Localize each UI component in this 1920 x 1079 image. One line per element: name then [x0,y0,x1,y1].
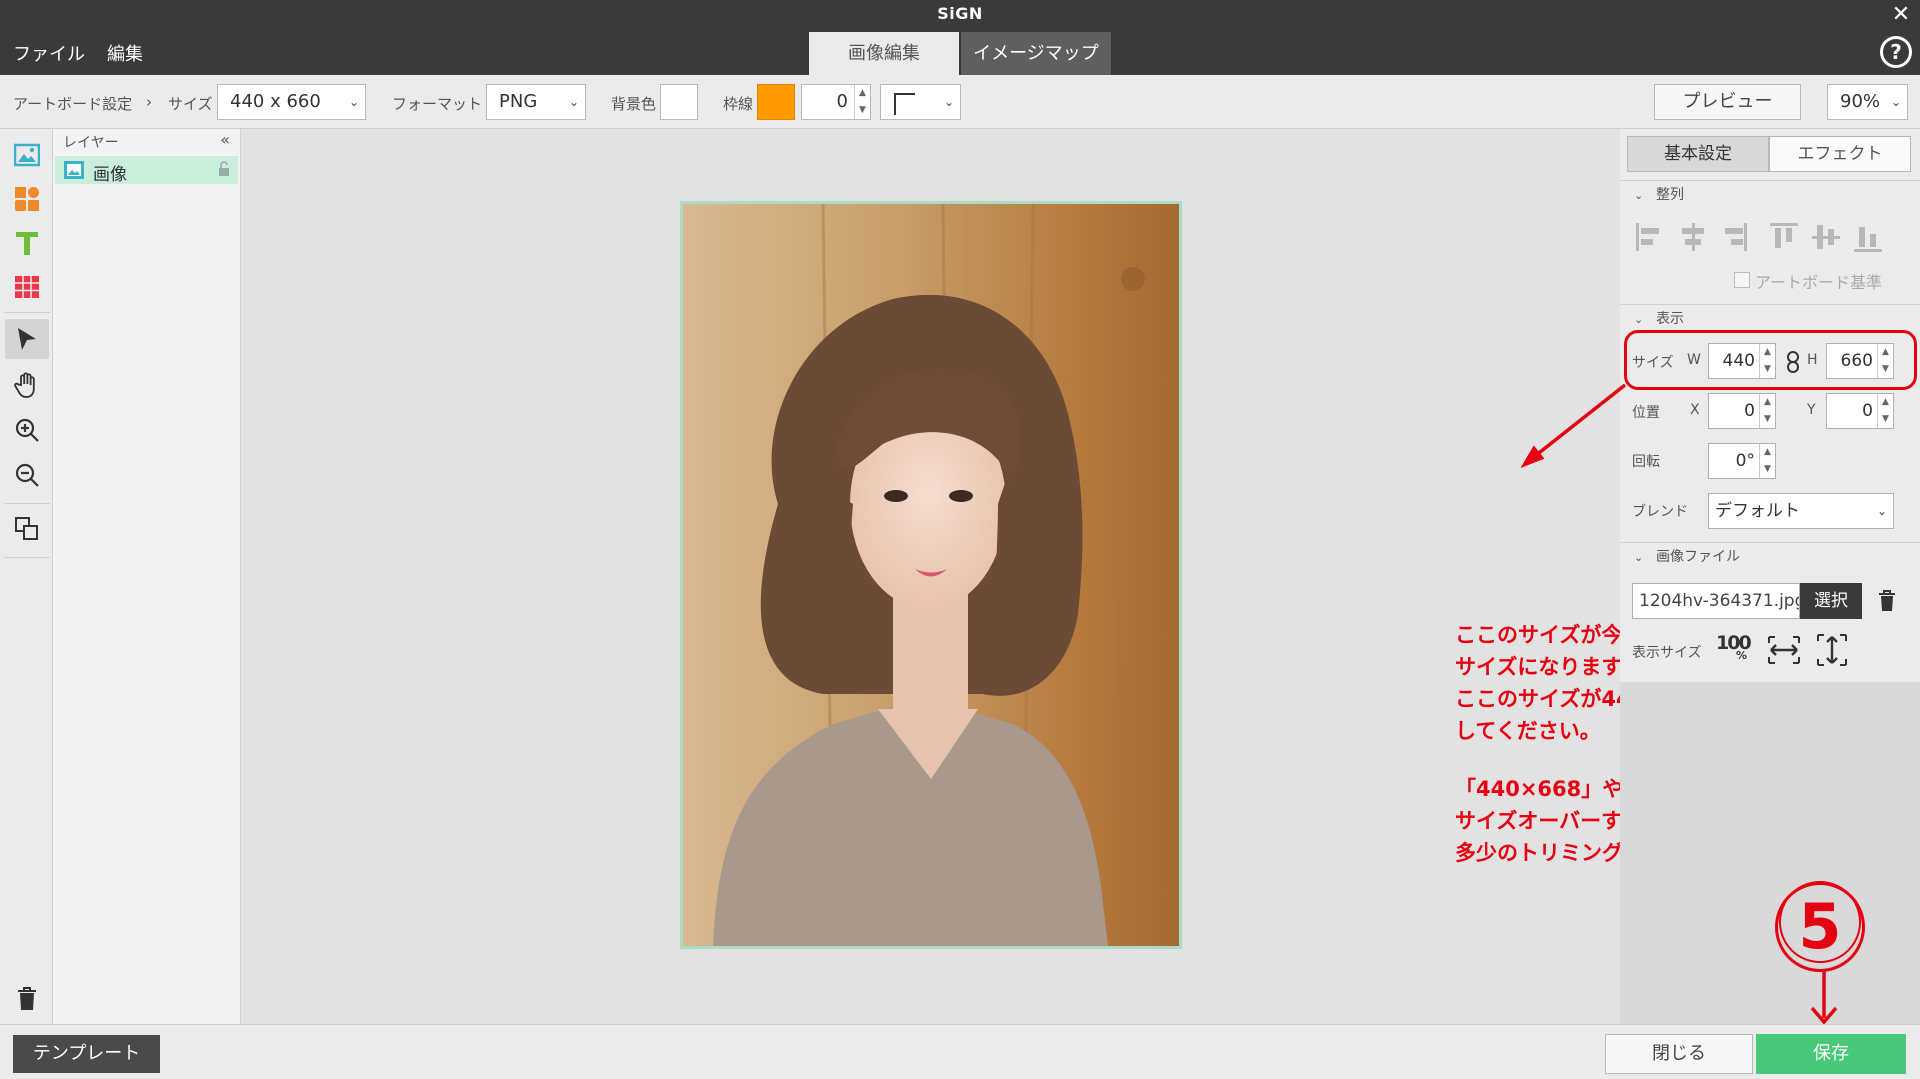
blend-value: デフォルト [1715,501,1800,521]
x-label: X [1690,402,1700,418]
size-highlight-callout [1624,330,1917,390]
align-section-header[interactable]: ⌄ 整列 [1620,180,1920,208]
size-label: サイズ [168,95,213,113]
y-label: Y [1807,402,1816,418]
title-bar: SiGN ✕ ? ファイル 編集 画像編集 イメージマップ [0,0,1920,75]
spinner-icon[interactable]: ▲ ▼ [1759,444,1775,478]
tab-effect[interactable]: エフェクト [1769,136,1911,172]
image-layer-icon [64,161,84,179]
x-value: 0 [1744,401,1755,421]
align-icons [1636,223,1882,252]
chevron-down-icon: ⌄ [1876,504,1887,518]
bg-color-label: 背景色 [611,95,657,113]
text-tool-icon[interactable] [5,223,49,263]
breadcrumb-separator: › [146,93,152,111]
zoom-select[interactable]: 90% ⌄ [1827,84,1908,120]
save-button[interactable]: 保存 [1756,1034,1906,1074]
chevron-down-icon: ⌄ [943,95,954,109]
unlock-icon[interactable] [218,161,230,177]
rotation-label: 回転 [1632,454,1660,470]
border-width-value: 0 [836,91,848,112]
preview-button[interactable]: プレビュー [1654,84,1801,120]
file-select-button[interactable]: 選択 [1800,583,1862,619]
x-input[interactable]: 0 ▲ ▼ [1708,393,1776,429]
display-section-title: 表示 [1656,311,1684,327]
layer-label: 画像 [93,165,127,185]
step-number: 5 [1798,890,1842,963]
border-width-input[interactable]: 0 ▲ ▼ [801,84,871,120]
shapes-tool-icon[interactable] [5,179,49,219]
display-size-100-button[interactable]: 100 % [1716,632,1752,668]
chevron-down-icon: ⌄ [568,95,579,109]
collapse-panel-button[interactable]: « [220,130,230,149]
file-name-field[interactable]: 1204hv-364371.jpg [1632,583,1800,619]
chevron-down-icon: ⌄ [348,95,359,109]
close-button[interactable]: 閉じる [1605,1034,1753,1074]
rotation-value: 0° [1735,451,1755,471]
app-title: SiGN [937,4,983,23]
position-label: 位置 [1632,405,1660,421]
chevron-down-icon: ⌄ [1890,95,1901,109]
portrait-photo[interactable] [680,201,1182,949]
border-color-swatch[interactable] [757,84,795,120]
align-section-title: 整列 [1656,187,1684,203]
trash-icon[interactable] [5,979,49,1019]
trash-icon[interactable] [1878,590,1896,612]
format-label: フォーマット [392,95,483,113]
corner-style-icon [894,93,915,115]
table-tool-icon[interactable] [5,267,49,307]
border-style-select[interactable]: ⌄ [880,84,961,120]
zoom-in-icon[interactable] [5,410,49,450]
fit-height-icon[interactable] [1816,633,1848,667]
artboard-settings-label[interactable]: アートボード設定 [13,93,132,114]
tab-image-edit[interactable]: 画像編集 [809,32,959,75]
toolbar: アートボード設定 › サイズ 440 x 660 ⌄ フォーマット PNG ⌄ … [0,75,1920,129]
spinner-icon[interactable]: ▲ ▼ [1759,394,1775,428]
close-window-button[interactable]: ✕ [1888,2,1914,28]
artboard-canvas[interactable]: ここのサイズが今、表示されている画像の サイズになります。 ここのサイズが440… [242,129,1854,1024]
properties-panel: 基本設定 エフェクト ⌄ 整列 アートボード基準 ⌄ 表示 サイズ W 440 ▲ ▼ … [1620,129,1920,1024]
display-size-label: 表示サイズ [1632,645,1702,661]
spinner-icon[interactable]: ▲ ▼ [854,85,870,119]
image-file-section-header[interactable]: ⌄ 画像ファイル [1620,542,1920,570]
fit-width-icon[interactable] [1767,635,1801,665]
border-label: 枠線 [723,95,754,113]
y-input[interactable]: 0 ▲ ▼ [1826,393,1894,429]
layer-item-image[interactable]: 画像 [55,156,238,185]
blend-label: ブレンド [1632,504,1688,520]
layers-panel: レイヤー « 画像 [53,129,241,1024]
image-file-section-title: 画像ファイル [1656,549,1740,565]
select-tool-icon[interactable] [5,319,49,359]
bottom-bar: テンプレート 閉じる 保存 [0,1024,1920,1079]
format-select[interactable]: PNG ⌄ [486,84,586,120]
menu-edit[interactable]: 編集 [107,40,143,66]
bg-color-swatch[interactable] [660,84,698,120]
display-section-header[interactable]: ⌄ 表示 [1620,304,1920,332]
layers-title: レイヤー [63,135,119,151]
blend-select[interactable]: デフォルト ⌄ [1708,493,1894,529]
spinner-icon[interactable]: ▲ ▼ [1877,394,1893,428]
hand-tool-icon[interactable] [5,365,49,405]
tool-column [0,129,53,1024]
tab-basic-settings[interactable]: 基本設定 [1627,136,1769,172]
display-size-pct-text: % [1736,649,1748,662]
zoom-value: 90% [1840,91,1881,112]
zoom-out-icon[interactable] [5,455,49,495]
template-button[interactable]: テンプレート [13,1035,160,1073]
size-value: 440 x 660 [230,91,321,112]
size-select[interactable]: 440 x 660 ⌄ [217,84,366,120]
menu-file[interactable]: ファイル [13,40,85,66]
image-tool-icon[interactable] [5,135,49,175]
arrange-icon[interactable] [5,509,49,549]
artboard-basis-checkbox[interactable] [1734,272,1750,288]
artboard-basis-label: アートボード基準 [1755,273,1883,292]
properties-content: 基本設定 エフェクト ⌄ 整列 アートボード基準 ⌄ 表示 サイズ W 440 ▲ ▼ … [1620,129,1920,682]
help-icon[interactable]: ? [1880,36,1912,68]
tab-image-map[interactable]: イメージマップ [961,32,1111,75]
rotation-input[interactable]: 0° ▲ ▼ [1708,443,1776,479]
y-value: 0 [1862,401,1873,421]
format-value: PNG [499,91,538,112]
